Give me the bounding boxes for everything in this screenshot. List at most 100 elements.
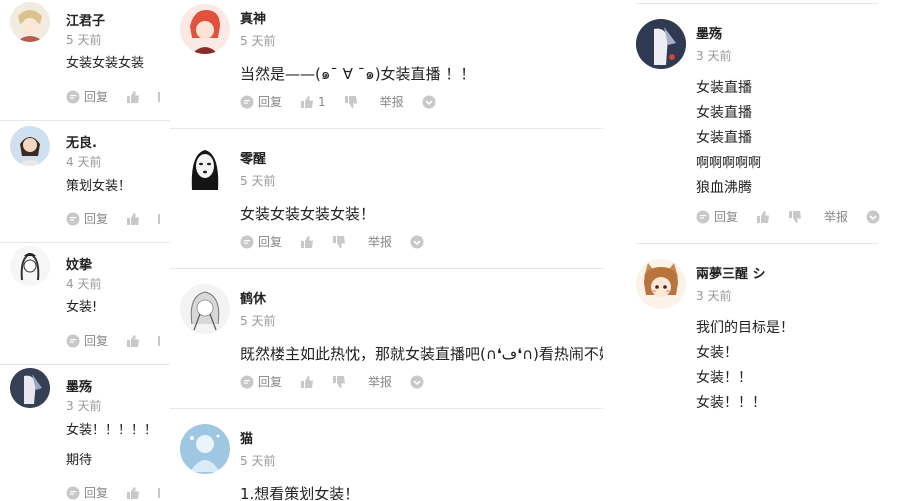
comment-text: 女装！！！ [696,395,766,411]
reply-label: 回复 [84,212,109,226]
report-label: 举报 [379,95,404,109]
more-button[interactable] [158,335,161,346]
comment-text: 女装！！ [696,370,752,386]
more-icon [158,335,161,346]
expand-button[interactable] [410,235,424,249]
comment-text: 女装！ [696,345,738,361]
expand-button[interactable] [422,95,436,109]
thumb-down-icon [333,235,346,248]
reply-button[interactable]: 回复 [66,210,108,227]
timestamp: 3 天前 [696,49,732,63]
avatar[interactable] [636,259,686,309]
comment-actions: 回复 举报 [696,208,880,225]
avatar[interactable] [10,246,50,286]
like-button[interactable]: 1 [300,95,326,109]
report-button[interactable]: 举报 [376,93,404,110]
username[interactable]: 鹤休 [240,288,266,307]
more-button[interactable] [158,487,161,498]
thumb-up-icon [127,212,140,225]
reply-button[interactable]: 回复 [240,93,282,110]
divider [0,120,170,121]
comment-actions: 回复 [66,210,179,227]
thumb-up-icon [301,375,314,388]
like-button[interactable] [300,375,314,389]
divider [0,364,170,365]
reply-button[interactable]: 回复 [240,373,282,390]
comment-column-middle: 真神 5 天前 当然是——(๑¯ ∀ ¯๑)女装直播 ！！ 回复 1 举报 零醒… [170,0,603,500]
avatar[interactable] [636,19,686,69]
timestamp: 5 天前 [66,33,102,47]
avatar[interactable] [180,424,230,474]
reply-button[interactable]: 回复 [696,208,738,225]
username[interactable]: 墨殇 [696,23,722,42]
username[interactable]: 真神 [240,8,266,27]
timestamp: 3 天前 [696,289,732,303]
avatar[interactable] [10,126,50,166]
comment-actions: 回复 1 举报 [240,93,454,110]
like-button[interactable] [756,210,770,224]
report-button[interactable]: 举报 [364,373,392,390]
like-button[interactable] [126,486,140,500]
avatar[interactable] [180,144,230,194]
like-button[interactable] [126,90,140,104]
timestamp: 4 天前 [66,277,102,291]
comment-text: 女装! [66,300,98,315]
thumb-down-icon [344,95,357,108]
divider [0,242,170,243]
comment-text: 既然楼主如此热忱，那就女装直播吧(∩❛ڡ❛∩)看热闹不嫌事大 [240,345,603,363]
reply-button[interactable]: 回复 [66,332,108,349]
reply-label: 回复 [258,95,283,109]
username[interactable]: 零醒 [240,148,266,167]
like-button[interactable] [300,235,314,249]
avatar[interactable] [180,284,230,334]
expand-button[interactable] [866,210,880,224]
divider [170,128,603,129]
reply-button[interactable]: 回复 [240,233,282,250]
username[interactable]: 江君子 [66,10,105,29]
divider [636,3,878,4]
username[interactable]: 妏挚 [66,254,92,273]
expand-button[interactable] [410,375,424,389]
comment-text: 当然是——(๑¯ ∀ ¯๑)女装直播 ！！ [240,65,476,83]
chevron-down-icon [866,210,880,223]
comment-actions: 回复 [66,332,179,349]
dislike-button[interactable] [332,375,346,389]
reply-label: 回复 [714,210,739,224]
username[interactable]: 墨殇 [66,376,92,395]
reply-button[interactable]: 回复 [66,88,108,105]
chevron-down-icon [410,375,424,388]
comment-text: 1.想看策划女装！ [240,485,360,500]
like-button[interactable] [126,212,140,226]
chevron-down-icon [410,235,424,248]
comment-bubble-icon [66,212,80,225]
username[interactable]: 猫 [240,428,253,447]
avatar[interactable] [10,368,50,408]
avatar[interactable] [10,2,50,42]
dislike-button[interactable] [332,235,346,249]
comment-text: 期待 [66,453,93,468]
comment-text: 女装女装女装 [66,56,145,71]
comment-text: 女装直播 [696,80,752,96]
avatar[interactable] [180,4,230,54]
thumb-up-icon [127,334,140,347]
more-icon [158,91,161,102]
more-button[interactable] [158,91,161,102]
comment-actions: 回复 举报 [240,233,442,250]
more-button[interactable] [158,213,161,224]
reply-button[interactable]: 回复 [66,484,108,501]
report-button[interactable]: 举报 [364,233,392,250]
more-icon [158,213,161,224]
like-button[interactable] [126,334,140,348]
report-button[interactable]: 举报 [820,208,848,225]
thumb-down-icon [333,375,346,388]
comment-bubble-icon [240,235,254,248]
dislike-button[interactable] [344,95,358,109]
username[interactable]: 兩夢三醒 シ [696,263,766,282]
reply-label: 回复 [258,375,283,389]
report-label: 举报 [368,235,393,249]
thumb-up-icon [127,486,140,499]
timestamp: 5 天前 [240,454,276,468]
username[interactable]: 无良. [66,132,97,151]
dislike-button[interactable] [788,210,802,224]
reply-label: 回复 [258,235,283,249]
